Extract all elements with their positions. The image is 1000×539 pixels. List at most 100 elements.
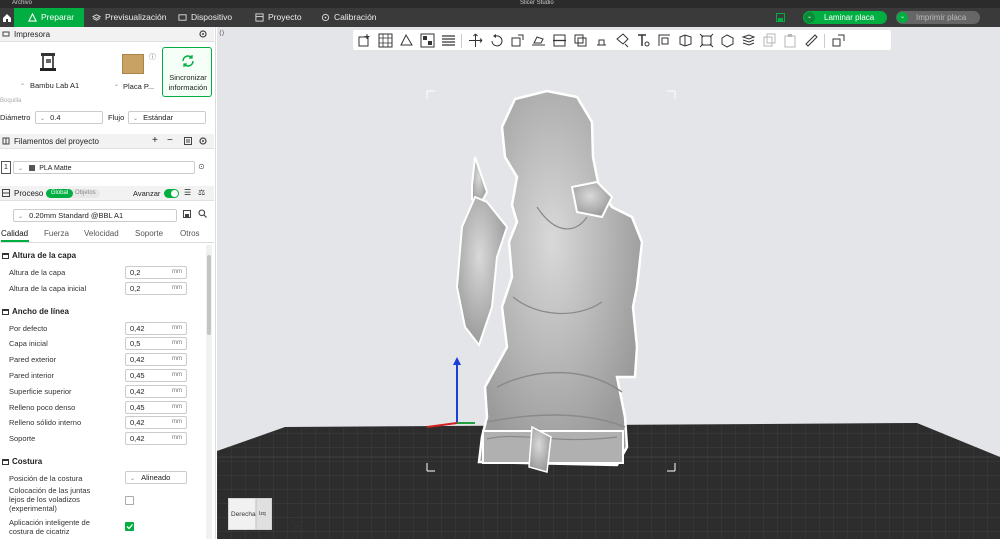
print-button[interactable]: ⌄ Imprimir placa — [896, 11, 980, 24]
line-width-sparse-infill-input[interactable]: 0,45 mm — [125, 401, 187, 414]
line-width-support-input[interactable]: 0,42 mm — [125, 432, 187, 445]
line-width-default-label: Por defecto — [9, 324, 48, 333]
process-profile-select[interactable]: ⌄ 0.20mm Standard @BBL A1 — [13, 209, 177, 222]
search-icon[interactable] — [198, 209, 207, 220]
gear-icon[interactable] — [199, 137, 207, 147]
filament-edit-icon[interactable]: ⊙ — [198, 162, 205, 171]
seam-paint-icon[interactable] — [615, 33, 630, 48]
tab-calidad[interactable]: Calidad — [1, 229, 28, 238]
overhang-seam-checkbox[interactable] — [125, 496, 134, 505]
line-width-internal-solid-label: Relleno sólido interno — [9, 418, 82, 427]
copy-icon[interactable] — [762, 33, 777, 48]
plate-card[interactable]: ⓘ ⌄ Placa P... — [112, 46, 158, 98]
unit-label: mm — [172, 285, 182, 291]
slice-button-label: Laminar placa — [824, 13, 875, 22]
group-layer-height: Altura de la capa — [2, 251, 76, 260]
slice-button[interactable]: ⌄ Laminar placa — [803, 11, 887, 24]
overhang-seam-label-1: Colocación de las juntas — [9, 486, 91, 495]
split-icon[interactable] — [441, 33, 456, 48]
seam-position-select[interactable]: ⌄ Alineado — [125, 471, 187, 484]
minus-icon[interactable]: − — [167, 135, 173, 146]
viewport-toolbar — [352, 29, 892, 51]
measure-icon[interactable] — [657, 33, 672, 48]
line-width-outer-wall-input[interactable]: 0,42 mm — [125, 353, 187, 366]
layer-height-input[interactable]: 0,2 mm — [125, 266, 187, 279]
plate-thumbnail — [122, 54, 144, 74]
menu-archivo[interactable]: Archivo — [12, 0, 32, 6]
layers-view-icon[interactable] — [741, 33, 756, 48]
printer-card[interactable]: ⌄ Bambu Lab A1 — [2, 46, 110, 98]
plus-icon[interactable]: + — [152, 135, 158, 146]
process-list-icon[interactable]: ☰ — [184, 188, 191, 197]
fit-view-icon[interactable] — [699, 33, 714, 48]
assembly-icon[interactable] — [678, 33, 693, 48]
tab-dispositivo[interactable]: Dispositivo — [178, 8, 232, 27]
cut-icon[interactable] — [552, 33, 567, 48]
compare-icon[interactable]: ⚖ — [198, 188, 205, 197]
paste-icon[interactable] — [783, 33, 798, 48]
variable-layer-icon[interactable] — [831, 33, 846, 48]
settings-scrollbar[interactable] — [206, 245, 212, 539]
seam-position-label: Posición de la costura — [9, 474, 83, 483]
add-object-icon[interactable] — [357, 33, 372, 48]
scale-icon[interactable] — [510, 33, 525, 48]
mesh-boolean-icon[interactable] — [573, 33, 588, 48]
line-width-inner-wall-input[interactable]: 0,45 mm — [125, 369, 187, 382]
model-statue[interactable] — [477, 89, 644, 467]
unit-label: mm — [172, 356, 182, 362]
flow-select[interactable]: ⌄ Estándar — [128, 111, 206, 124]
advanced-toggle[interactable] — [164, 189, 179, 198]
line-width-top-surface-input[interactable]: 0,42 mm — [125, 385, 187, 398]
view-cube[interactable]: Derecha Izq — [228, 492, 274, 532]
line-width-initial-input[interactable]: 0,5 mm — [125, 337, 187, 350]
3d-viewport[interactable]: ⟨⟩ Derecha Izq — [217, 27, 1000, 539]
diameter-select[interactable]: ⌄ 0.4 — [35, 111, 103, 124]
gear-icon[interactable] — [199, 30, 207, 40]
tab-otros[interactable]: Otros — [180, 229, 200, 238]
lay-on-face-icon[interactable] — [531, 33, 546, 48]
printer-icon — [2, 31, 10, 37]
tab-soporte[interactable]: Soporte — [135, 229, 163, 238]
zoom-fit-icon[interactable] — [291, 519, 305, 533]
chevron-down-icon[interactable]: ⌄ — [897, 12, 908, 23]
tab-calibracion[interactable]: Calibración — [321, 8, 377, 27]
scrollbar-thumb[interactable] — [207, 255, 211, 335]
printer-section-label: Impresora — [14, 29, 51, 39]
line-width-default-input[interactable]: 0,42 mm — [125, 322, 187, 335]
move-icon[interactable] — [468, 33, 483, 48]
toggle-global[interactable]: Global — [46, 189, 73, 198]
info-icon[interactable]: ⓘ — [149, 52, 156, 62]
line-width-top-surface-label: Superficie superior — [9, 387, 72, 396]
filament-index: 1 — [1, 161, 11, 174]
tab-velocidad[interactable]: Velocidad — [84, 229, 119, 238]
ruler-icon[interactable] — [804, 33, 819, 48]
scarf-seam-checkbox[interactable] — [125, 522, 134, 531]
arrange-icon[interactable] — [420, 33, 435, 48]
chevron-down-icon[interactable]: ⌄ — [804, 12, 815, 23]
tab-proyecto[interactable]: Proyecto — [255, 8, 302, 27]
save-profile-icon[interactable] — [183, 210, 191, 220]
text-icon[interactable] — [636, 33, 651, 48]
tab-fuerza[interactable]: Fuerza — [44, 229, 69, 238]
filament-list-icon[interactable] — [184, 137, 192, 147]
flow-label: Flujo — [108, 113, 125, 122]
line-width-support-label: Soporte — [9, 434, 36, 443]
sync-button[interactable]: Sincronizar información — [162, 47, 212, 97]
support-paint-icon[interactable] — [594, 33, 609, 48]
filament-select[interactable]: ⌄ PLA Matte — [13, 161, 195, 174]
global-objects-toggle[interactable]: Global Objetos — [46, 189, 100, 198]
toggle-objects[interactable]: Objetos — [75, 189, 96, 198]
group-icon — [2, 458, 9, 465]
tab-preparar[interactable]: Preparar — [14, 8, 85, 27]
initial-layer-height-input[interactable]: 0,2 mm — [125, 282, 187, 295]
add-plate-icon[interactable] — [378, 33, 393, 48]
rotate-icon[interactable] — [489, 33, 504, 48]
tab-previsualizacion[interactable]: Previsualización — [92, 8, 166, 27]
printer-name: Bambu Lab A1 — [30, 81, 80, 90]
box-view-icon[interactable] — [720, 33, 735, 48]
save-icon[interactable] — [776, 13, 785, 22]
auto-orient-icon[interactable] — [399, 33, 414, 48]
home-icon[interactable] — [0, 8, 14, 27]
line-width-internal-solid-input[interactable]: 0,42 mm — [125, 416, 187, 429]
layer-height-value: 0,2 — [130, 268, 141, 277]
